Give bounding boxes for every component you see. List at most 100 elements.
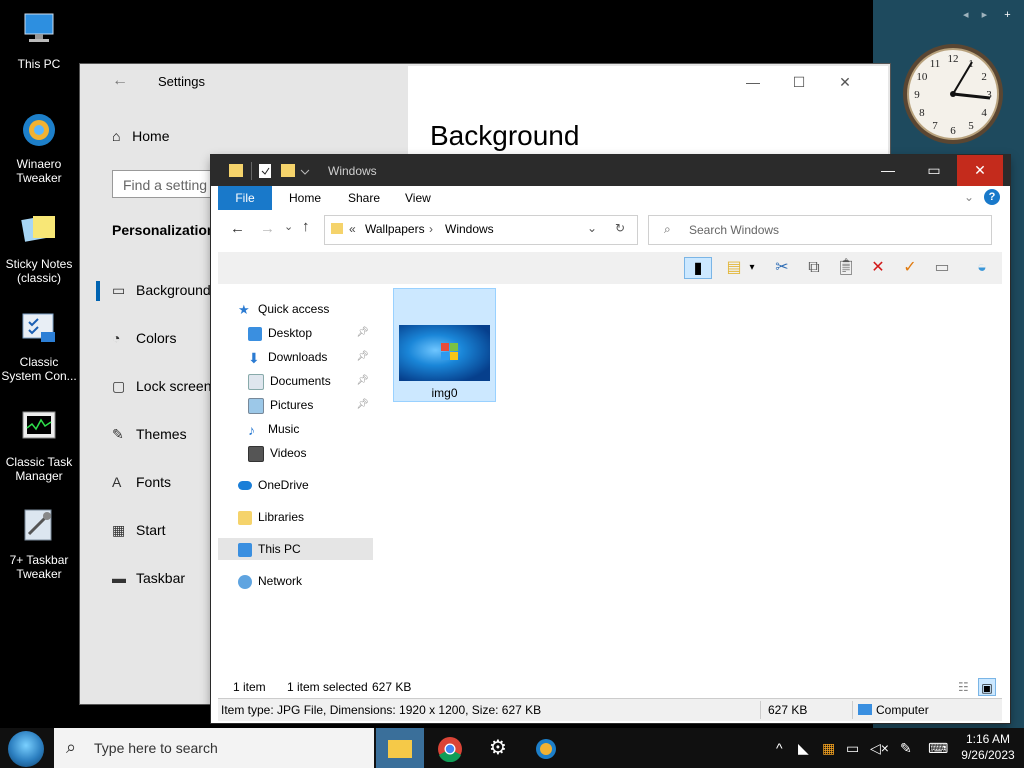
- checkmark-icon[interactable]: ✓: [898, 257, 922, 279]
- settings-nav-fonts[interactable]: A Fonts: [112, 474, 171, 490]
- back-arrow-icon[interactable]: ←: [230, 220, 245, 237]
- clock-area[interactable]: 1:16 AM 9/26/2023: [958, 731, 1018, 763]
- recent-locations-icon[interactable]: ⌄: [284, 220, 293, 233]
- rename-icon[interactable]: ▭: [930, 257, 954, 279]
- settings-nav-background[interactable]: ▭ Background: [96, 281, 211, 301]
- explorer-close-button[interactable]: ✕: [957, 155, 1003, 186]
- search-input[interactable]: Search Windows: [648, 215, 992, 245]
- font-icon: A: [112, 474, 122, 490]
- start-button[interactable]: [8, 731, 44, 767]
- gadget-add-button[interactable]: +: [1004, 9, 1010, 21]
- refresh-icon[interactable]: ↻: [615, 221, 625, 235]
- location-label: Computer: [876, 703, 929, 717]
- breadcrumb-overflow[interactable]: «: [349, 222, 356, 236]
- nav-pictures[interactable]: Pictures 📌︎: [248, 394, 373, 416]
- desktop-icon-winaero-tweaker[interactable]: Winaero Tweaker: [0, 110, 78, 185]
- cut-icon[interactable]: ✂: [770, 257, 794, 279]
- back-arrow-icon[interactable]: ←: [112, 72, 128, 90]
- desktop-icon: [248, 326, 262, 341]
- home-icon: ⌂: [112, 128, 121, 144]
- nav-videos[interactable]: Videos: [248, 442, 373, 464]
- clock-numeral: 5: [968, 120, 974, 132]
- up-arrow-icon[interactable]: ↑: [302, 218, 310, 235]
- taskbar-chrome[interactable]: [426, 728, 474, 768]
- help-icon[interactable]: ?: [984, 189, 1000, 205]
- desktop-icon-label: Sticky Notes (classic): [5, 257, 73, 285]
- breadcrumb-windows[interactable]: Windows: [445, 222, 494, 236]
- settings-nav-taskbar[interactable]: ▬ Taskbar: [112, 570, 185, 586]
- ribbon-expand-icon[interactable]: ⌄: [964, 190, 974, 204]
- tab-view[interactable]: View: [405, 186, 431, 210]
- clock-numeral: 10: [916, 71, 928, 83]
- maximize-button[interactable]: ☐: [776, 74, 822, 91]
- home-label: Home: [132, 128, 170, 144]
- nav-label: Fonts: [136, 474, 172, 490]
- tab-share[interactable]: Share: [348, 186, 380, 210]
- paste-icon[interactable]: 📋︎: [834, 257, 858, 279]
- taskbar-file-explorer[interactable]: [376, 728, 424, 768]
- explorer-maximize-button[interactable]: ▭: [911, 155, 957, 186]
- preview-pane-icon[interactable]: ▮: [684, 257, 712, 279]
- taskbar-settings[interactable]: ⚙: [474, 728, 522, 768]
- settings-nav-lock-screen[interactable]: ▢ Lock screen: [112, 378, 211, 395]
- volume-tray-icon[interactable]: ◁×: [870, 728, 889, 768]
- address-dropdown-icon[interactable]: ⌄: [587, 221, 597, 235]
- search-icon: ⌕: [664, 222, 671, 236]
- minimize-button[interactable]: —: [730, 74, 776, 90]
- quick-access-toolbar: [229, 162, 310, 180]
- tab-home[interactable]: Home: [289, 186, 321, 210]
- keyboard-tray-icon[interactable]: ⌨: [928, 728, 948, 768]
- shell-icon[interactable]: ◒: [970, 257, 994, 279]
- clock-numeral: 4: [981, 107, 987, 119]
- address-bar[interactable]: « Wallpapers › Windows ⌄ ↻: [324, 215, 638, 245]
- large-icons-view-icon[interactable]: ▣: [978, 678, 996, 696]
- nav-quick-access[interactable]: ★ Quick access: [238, 298, 373, 320]
- delete-icon[interactable]: ✕: [866, 257, 890, 279]
- desktop-icon-label: Classic System Con...: [1, 355, 77, 383]
- videos-icon: [248, 445, 264, 462]
- nav-desktop[interactable]: Desktop 📌︎: [248, 322, 373, 344]
- security-tray-icon[interactable]: ▦: [822, 728, 835, 768]
- network-tray-icon[interactable]: ◣: [798, 728, 809, 768]
- nav-label: Quick access: [258, 302, 330, 316]
- nav-onedrive[interactable]: OneDrive: [238, 474, 373, 496]
- taskbar-search[interactable]: Type here to search: [54, 728, 374, 768]
- pen-tray-icon[interactable]: ✎: [900, 728, 912, 768]
- file-item[interactable]: img0: [393, 288, 496, 402]
- folder-options-icon[interactable]: ▤: [722, 257, 746, 279]
- file-list: img0: [386, 284, 996, 684]
- copy-icon[interactable]: ⧉: [802, 257, 826, 279]
- gadget-next-button[interactable]: ▸: [982, 9, 988, 21]
- details-view-icon[interactable]: ☷: [958, 676, 969, 698]
- close-button[interactable]: ✕: [822, 74, 868, 91]
- show-hidden-icons[interactable]: ^: [776, 728, 783, 768]
- nav-music[interactable]: ♪ Music: [248, 418, 373, 440]
- display-tray-icon[interactable]: ▭: [846, 728, 859, 768]
- settings-nav-start[interactable]: ▦ Start: [112, 522, 166, 539]
- lock-screen-icon: ▢: [112, 378, 126, 394]
- desktop-icon-label: 7+ Taskbar Tweaker: [9, 553, 69, 581]
- settings-nav-colors[interactable]: ◔ Colors: [112, 330, 176, 346]
- nav-network[interactable]: Network: [238, 570, 373, 592]
- settings-nav-themes[interactable]: ✎ Themes: [112, 426, 187, 443]
- explorer-minimize-button[interactable]: —: [865, 155, 911, 186]
- nav-libraries[interactable]: Libraries: [238, 506, 373, 528]
- nav-this-pc[interactable]: This PC: [218, 538, 373, 560]
- nav-downloads[interactable]: ⬇ Downloads 📌︎: [248, 346, 373, 368]
- desktop-icon-classic-task-manager[interactable]: Classic Task Manager: [0, 408, 78, 483]
- forward-arrow-icon[interactable]: →: [260, 220, 275, 237]
- desktop-icon-classic-control-panel[interactable]: Classic System Con...: [0, 308, 78, 383]
- tab-file[interactable]: File: [218, 186, 272, 210]
- computer-icon: [858, 704, 872, 715]
- desktop-icon-7-taskbar-tweaker[interactable]: 7+ Taskbar Tweaker: [0, 506, 78, 581]
- taskbar-winaero-tweaker[interactable]: [522, 728, 570, 768]
- pin-icon: 📌︎: [356, 327, 369, 338]
- desktop-icon-this-pc[interactable]: This PC: [0, 10, 78, 71]
- breadcrumb-wallpapers[interactable]: Wallpapers: [365, 222, 425, 236]
- nav-documents[interactable]: Documents 📌︎: [248, 370, 373, 392]
- settings-home-link[interactable]: ⌂ Home: [112, 128, 170, 144]
- desktop-icon-sticky-notes[interactable]: Sticky Notes (classic): [0, 210, 78, 285]
- dropdown-icon[interactable]: ▾: [746, 257, 758, 279]
- gadget-prev-button[interactable]: ◂: [963, 9, 969, 21]
- clock-numeral: 12: [948, 53, 959, 65]
